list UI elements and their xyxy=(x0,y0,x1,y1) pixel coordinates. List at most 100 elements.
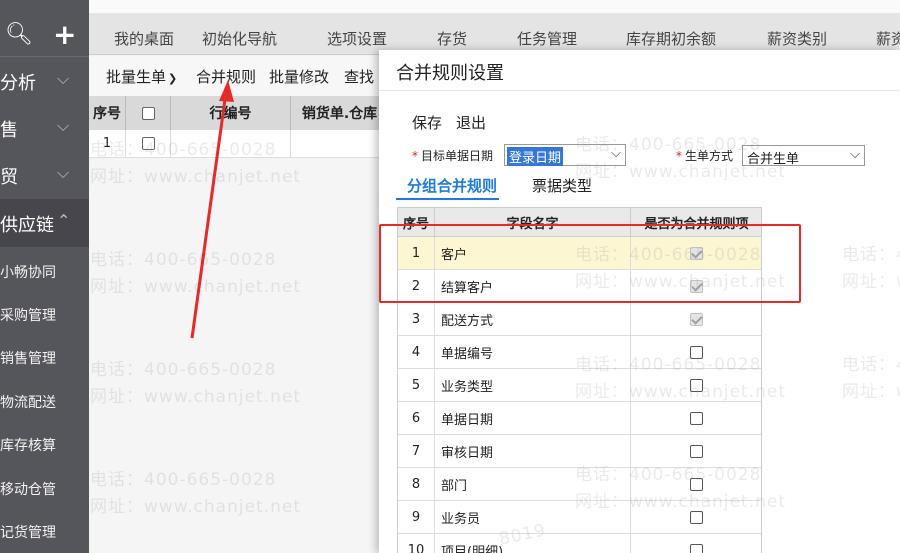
merge-rule-checkbox[interactable] xyxy=(690,543,703,553)
find-button[interactable]: 查找 xyxy=(344,66,374,87)
sidebar-module-analysis[interactable]: 分析 ⌵ xyxy=(0,57,89,105)
tab-options[interactable]: 选项设置 xyxy=(327,28,387,49)
rule-row-checkbox-cell xyxy=(631,303,761,336)
save-button[interactable]: 保存 xyxy=(412,112,442,133)
rule-row-field: 配送方式 xyxy=(435,303,631,336)
rule-row-checkbox-cell xyxy=(631,468,761,501)
gen-mode-label-text: 生单方式 xyxy=(685,149,734,163)
gen-mode-select[interactable]: 合并生单 ⌵ xyxy=(742,145,865,167)
sidebar-top: 🔍︎ + xyxy=(0,0,89,57)
rule-row-checkbox-cell xyxy=(631,501,761,534)
tab-tasks[interactable]: 任务管理 xyxy=(517,28,577,49)
rule-row-checkbox-cell xyxy=(631,435,761,468)
exit-button[interactable]: 退出 xyxy=(456,112,486,133)
watermark-phone: 电话：400-665-0028 xyxy=(842,245,900,265)
sidebar-item-collab[interactable]: 小畅协同 xyxy=(0,262,56,282)
rule-row-no: 5 xyxy=(398,369,435,402)
title-strip xyxy=(89,0,900,13)
rule-row-checkbox-cell xyxy=(631,534,761,553)
tab-init-nav[interactable]: 初始化导航 xyxy=(202,28,277,49)
required-marker: * xyxy=(676,149,682,163)
sidebar-item-sales-mgmt[interactable]: 销售管理 xyxy=(0,348,56,368)
rule-row-field: 部门 xyxy=(435,468,631,501)
chevron-down-icon: ⌵ xyxy=(57,163,70,182)
tab-salary[interactable]: 薪资 xyxy=(876,28,900,49)
sidebar-module-sales[interactable]: 售 ⌵ xyxy=(0,104,89,152)
merge-rule-button[interactable]: 合并规则 xyxy=(196,66,256,87)
tab-salary-category[interactable]: 薪资类别 xyxy=(767,28,827,49)
top-tab-bar: 我的桌面 初始化导航 选项设置 存货 任务管理 库存期初余额 薪资类别 薪资 xyxy=(89,13,900,55)
rule-row-no: 3 xyxy=(398,303,435,336)
tab-inventory[interactable]: 存货 xyxy=(437,28,467,49)
tab-opening-balance[interactable]: 库存期初余额 xyxy=(626,28,716,49)
merge-rule-checkbox[interactable] xyxy=(690,378,703,392)
rule-row-field: 项目(明细) xyxy=(435,534,631,553)
document-grid: 序号 行编号 销货单.仓库 1 xyxy=(89,96,389,553)
merge-rule-checkbox[interactable] xyxy=(690,444,703,458)
rule-row-checkbox-cell xyxy=(631,336,761,369)
batch-generate-label: 批量生单 xyxy=(106,68,167,86)
chevron-down-icon: ⌵ xyxy=(611,146,621,161)
merge-rule-checkbox[interactable] xyxy=(690,411,703,425)
sidebar-module-supply-chain[interactable]: 供应链 ⌃ xyxy=(0,199,89,247)
chevron-down-icon: ⌵ xyxy=(57,69,70,88)
batch-generate-button[interactable]: 批量生单 ❯ xyxy=(106,66,177,87)
target-date-label: * 目标单据日期 xyxy=(412,147,493,164)
rule-row-field: 业务类型 xyxy=(435,369,631,402)
rule-row-field: 单据日期 xyxy=(435,402,631,435)
sidebar-item-goods-mgmt[interactable]: 记货管理 xyxy=(0,522,56,542)
gen-mode-value: 合并生单 xyxy=(747,152,800,167)
active-tab-indicator xyxy=(396,198,499,200)
tab-bill-type[interactable]: 票据类型 xyxy=(532,175,592,196)
merge-rule-checkbox xyxy=(690,312,703,326)
rule-row-no: 10 xyxy=(398,534,435,553)
rule-row-no: 4 xyxy=(398,336,435,369)
sidebar-module-trade[interactable]: 贸 ⌵ xyxy=(0,151,89,199)
rule-row-field: 业务员 xyxy=(435,501,631,534)
grid-header-row-code: 行编号 xyxy=(171,96,291,130)
merge-rule-checkbox[interactable] xyxy=(690,477,703,491)
sidebar-item-inventory-accounting[interactable]: 库存核算 xyxy=(0,435,56,455)
search-icon[interactable]: 🔍︎ xyxy=(5,22,33,47)
target-date-select[interactable]: 登录日期 ⌵ xyxy=(504,144,626,166)
plus-icon[interactable]: + xyxy=(53,18,76,51)
watermark-phone: 电话：400-665-0028 xyxy=(842,355,900,375)
dialog-title-divider xyxy=(379,90,900,91)
merge-rule-checkbox[interactable] xyxy=(690,345,703,359)
rule-row-no: 7 xyxy=(398,435,435,468)
gen-mode-label: * 生单方式 xyxy=(676,147,733,164)
grid-cell-row-code[interactable] xyxy=(171,130,291,158)
sidebar-module-label: 售 xyxy=(0,120,18,141)
grid-header-warehouse: 销货单.仓库 xyxy=(291,96,389,130)
chevron-up-icon: ⌃ xyxy=(57,211,71,230)
annotation-highlight-box xyxy=(379,224,801,303)
merge-rule-checkbox[interactable] xyxy=(690,510,703,524)
select-all-checkbox[interactable] xyxy=(141,106,155,120)
target-date-value: 登录日期 xyxy=(507,147,564,166)
sidebar: 🔍︎ + 分析 ⌵ 售 ⌵ 贸 ⌵ 供应链 ⌃ 小畅协同 采购管理 销售管理 物… xyxy=(0,0,89,553)
rule-row-no: 8 xyxy=(398,468,435,501)
rule-row-field: 审核日期 xyxy=(435,435,631,468)
required-marker: * xyxy=(412,149,418,163)
chevron-down-icon: ⌵ xyxy=(850,147,860,162)
row-checkbox[interactable] xyxy=(141,137,155,150)
tab-group-merge-rule[interactable]: 分组合并规则 xyxy=(407,175,497,196)
dialog-title: 合并规则设置 xyxy=(396,63,504,84)
grid-header-no: 序号 xyxy=(89,96,126,130)
sidebar-item-purchase[interactable]: 采购管理 xyxy=(0,305,56,325)
rule-row-checkbox-cell xyxy=(631,402,761,435)
chevron-down-icon: ⌵ xyxy=(57,116,70,135)
sidebar-item-logistics[interactable]: 物流配送 xyxy=(0,392,56,412)
batch-edit-button[interactable]: 批量修改 xyxy=(269,66,329,87)
sidebar-module-label: 供应链 xyxy=(0,215,54,236)
grid-cell-warehouse[interactable] xyxy=(291,130,389,158)
chevron-down-icon: ❯ xyxy=(168,72,178,85)
tab-my-desktop[interactable]: 我的桌面 xyxy=(114,28,174,49)
sidebar-module-label: 贸 xyxy=(0,167,18,188)
rule-row-field: 单据编号 xyxy=(435,336,631,369)
watermark-url: 网址：www.chanjet.net xyxy=(842,272,900,292)
sidebar-item-mobile-warehouse[interactable]: 移动仓管 xyxy=(0,479,56,499)
grid-cell-no: 1 xyxy=(89,130,126,158)
grid-header-select xyxy=(126,96,171,130)
sidebar-module-label: 分析 xyxy=(0,73,36,94)
